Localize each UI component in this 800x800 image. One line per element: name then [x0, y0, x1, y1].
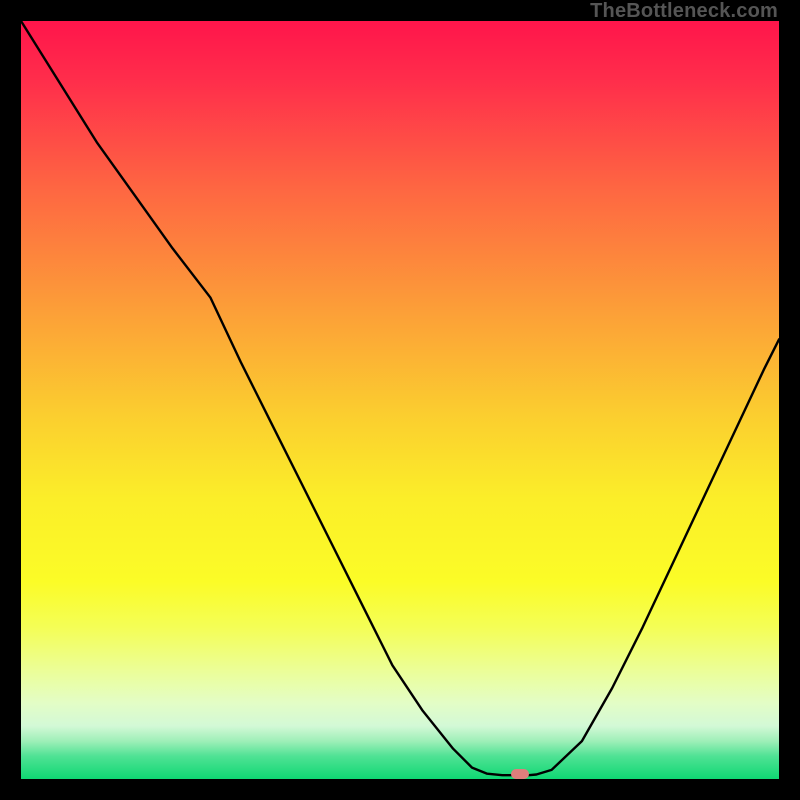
chart-frame: TheBottleneck.com: [0, 0, 800, 800]
watermark-text: TheBottleneck.com: [590, 0, 778, 23]
curve-svg: [21, 21, 779, 779]
bottleneck-curve: [21, 21, 779, 775]
optimal-marker: [511, 769, 529, 779]
plot-area: [21, 21, 779, 779]
